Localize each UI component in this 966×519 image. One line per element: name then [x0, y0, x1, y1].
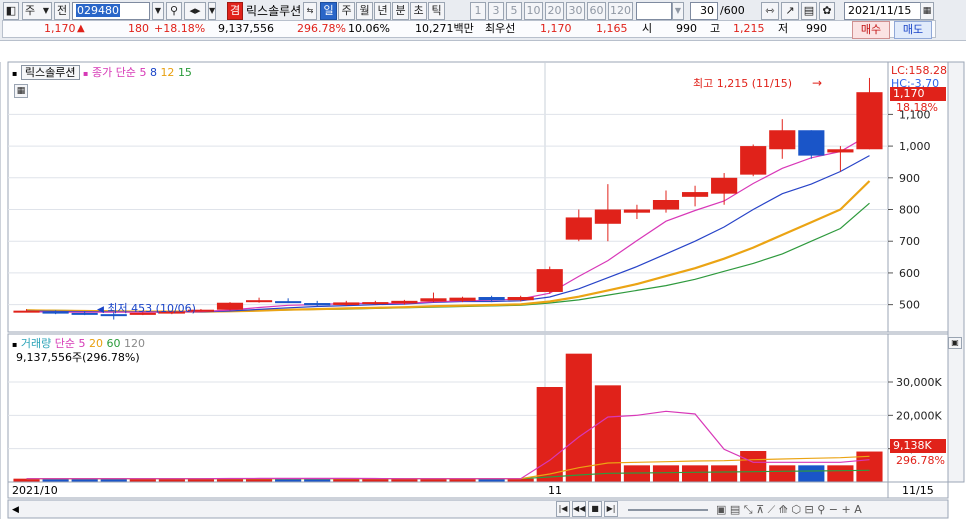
volume-bar — [652, 465, 680, 482]
legend-ma12: 12 — [160, 66, 175, 79]
stop-icon[interactable]: ■ — [588, 501, 602, 517]
scroll-back-icon[interactable]: ◀◀ — [572, 501, 586, 517]
volume-bar — [740, 451, 767, 482]
candle-body — [798, 130, 825, 156]
volume-bar — [536, 387, 563, 482]
price-tick-label: 800 — [899, 204, 920, 217]
candle-body — [245, 300, 273, 303]
candle-body — [507, 297, 534, 301]
x-axis — [7, 481, 889, 499]
legend-ma-label[interactable]: 종가 단순 — [92, 66, 136, 79]
volume-value-label: 9,137,556주(296.78%) — [16, 351, 140, 364]
price-legend: ▪ 릭스솔루션 ▪ 종가 단순 5 8 12 15 — [12, 65, 192, 80]
lc-label: LC:158.28 — [891, 64, 948, 77]
legend-ma15: 15 — [177, 66, 192, 79]
candle-body — [42, 311, 69, 314]
candle-body — [594, 209, 621, 224]
volume-tick-label: 30,000K — [896, 376, 942, 389]
price-tick-label: 600 — [899, 267, 920, 280]
panel-collapse-icon[interactable]: ▣ — [948, 337, 962, 349]
candle-body — [362, 302, 389, 305]
low-arrow-icon: ◀ — [97, 305, 104, 315]
current-volume-pct: 296.78% — [896, 454, 945, 467]
price-tick-label: 500 — [899, 299, 920, 312]
speed-slider[interactable] — [628, 509, 708, 511]
legend-volume-name[interactable]: 거래량 — [21, 337, 51, 350]
current-price-tag: 1,170 — [890, 87, 946, 101]
candle-body — [856, 92, 883, 150]
price-panel — [7, 61, 889, 333]
candle-body — [623, 209, 651, 213]
candle-body — [333, 302, 360, 305]
legend-ma5: 5 — [139, 66, 147, 79]
price-tick-label: 700 — [899, 235, 920, 248]
legend-vol-ma20: 20 — [89, 337, 104, 350]
legend-vol-ma5: 5 — [78, 337, 86, 350]
volume-bar — [769, 465, 796, 482]
candle-body — [565, 217, 592, 240]
candle-body — [275, 301, 302, 304]
volume-tick-label: 20,000K — [896, 409, 942, 422]
legend-vol-ma120: 120 — [124, 337, 146, 350]
candle-body — [711, 177, 738, 194]
candle-body — [769, 130, 796, 150]
candle-body — [681, 192, 709, 197]
volume-bar — [594, 385, 621, 482]
high-arrow-icon: → — [812, 76, 823, 90]
candle-body — [652, 200, 680, 210]
legend-vol-ma-label[interactable]: 단순 — [55, 337, 75, 350]
legend-ma8: 8 — [149, 66, 157, 79]
price-tick-label: 900 — [899, 172, 920, 185]
scroll-left-icon[interactable]: ◀ — [12, 503, 19, 517]
candle-body — [391, 300, 418, 304]
current-volume-tag: 9,138K — [890, 439, 946, 453]
candle-body — [449, 297, 476, 301]
legend-vol-ma60: 60 — [106, 337, 121, 350]
legend-stock-name[interactable]: 릭스솔루션 — [20, 65, 80, 80]
scroll-start-icon[interactable]: |◀ — [556, 501, 570, 517]
volume-bar — [565, 353, 592, 482]
candle-body — [304, 303, 331, 306]
candle-body — [216, 302, 244, 310]
price-tick-label: 1,000 — [899, 140, 931, 153]
candle-body — [740, 146, 767, 175]
x-label-oct: 2021/10 — [12, 484, 58, 497]
x-label-last: 11/15 — [902, 484, 934, 497]
low-annotation: 최저 453 (10/06) — [107, 302, 196, 315]
play-icon[interactable]: ▶| — [604, 501, 618, 517]
candle-body — [71, 312, 98, 315]
volume-bar — [798, 465, 825, 482]
tools-icon-row[interactable]: ▣ ▤ ⤡ ⊼ ⟋ ⟰ ⬡ ⊟ ⚲ − + A — [716, 503, 862, 517]
side-scroll-strip[interactable] — [947, 61, 965, 483]
low-annotation-wrap: ◀ 최저 453 (10/06) — [97, 302, 196, 317]
volume-bar — [711, 465, 738, 482]
candle-body — [536, 269, 563, 292]
candle-body — [478, 297, 505, 301]
volume-bar — [827, 465, 854, 482]
grid-table-icon[interactable]: ▦ — [14, 84, 28, 98]
candle-body — [420, 298, 447, 302]
x-label-nov: 11 — [548, 484, 562, 497]
volume-legend: ▪ 거래량 단순 5 20 60 120 — [12, 337, 146, 350]
high-annotation: 최고 1,215 (11/15) — [693, 77, 793, 90]
candle-body — [827, 149, 854, 153]
volume-bar — [681, 465, 709, 482]
candle-body — [13, 310, 40, 313]
current-pct-tag: 18.18% — [896, 101, 938, 114]
